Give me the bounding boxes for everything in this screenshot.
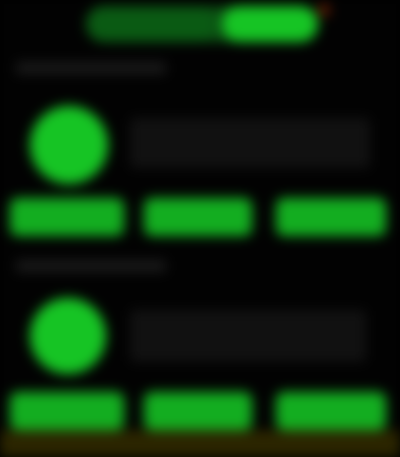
section-2-action-button-3[interactable]	[276, 392, 386, 430]
section-2-description	[130, 310, 366, 362]
section-1-action-button-3[interactable]	[276, 198, 386, 236]
section-2-action-button-2[interactable]	[144, 392, 252, 430]
section-2-action-button-1[interactable]	[10, 392, 124, 430]
segment-option-2-selected[interactable]	[222, 6, 318, 42]
segment-option-1[interactable]	[86, 6, 216, 42]
notification-dot-icon	[318, 4, 330, 16]
bottom-bar	[0, 430, 400, 457]
section-2-avatar-icon[interactable]	[30, 298, 106, 374]
section-1-avatar-icon[interactable]	[30, 106, 108, 184]
section-2-title	[16, 260, 166, 272]
section-1-description	[130, 118, 370, 168]
section-1-action-button-2[interactable]	[144, 198, 252, 236]
section-1-title	[16, 62, 166, 74]
segmented-control	[86, 6, 318, 42]
section-1-action-button-1[interactable]	[10, 198, 124, 236]
screen	[0, 0, 400, 457]
